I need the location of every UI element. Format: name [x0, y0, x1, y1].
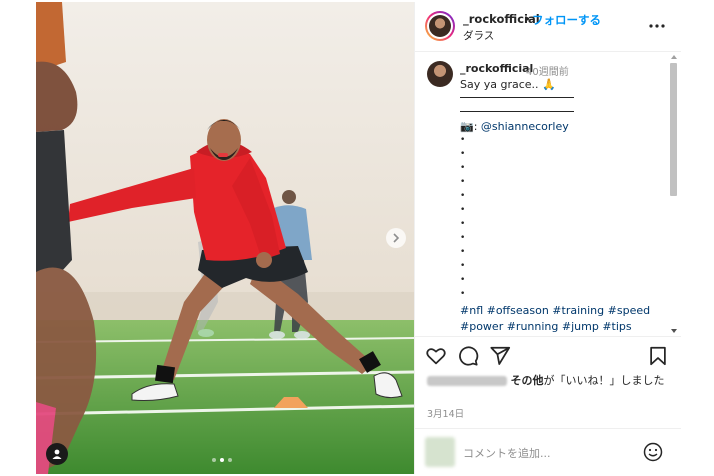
action-bar — [415, 336, 681, 370]
caption-bullet: • — [460, 261, 466, 271]
caption-area: _rockofficial 40週間前 Say ya grace.. 🙏 📷: … — [415, 53, 681, 336]
camera-emoji: 📷: — [460, 120, 481, 133]
caption-time[interactable]: 40週間前 — [526, 63, 569, 78]
emoji-icon[interactable] — [643, 442, 663, 462]
share-icon[interactable] — [489, 345, 511, 367]
hashtags[interactable]: #nfl #offseason #training #speed #power … — [460, 303, 672, 336]
location-link[interactable]: ダラス — [463, 28, 494, 43]
viewer-avatar — [425, 437, 455, 467]
carousel-dot-active — [220, 458, 224, 462]
avatar — [429, 15, 451, 37]
post-date[interactable]: 3月14日 — [427, 406, 464, 420]
caption-text: Say ya grace.. 🙏 — [460, 78, 556, 91]
caption-bullet: • — [460, 149, 466, 159]
comment-box: コメントを追加... — [415, 428, 681, 474]
comment-input[interactable]: コメントを追加... — [463, 445, 551, 461]
caption-divider — [460, 97, 574, 98]
tagged-users-button[interactable] — [46, 443, 68, 465]
caption-bullet: • — [460, 247, 466, 257]
likes-text: が「いいね！」しました — [543, 374, 665, 387]
caption-bullet: • — [460, 191, 466, 201]
carousel-dot — [228, 458, 232, 462]
caption-bullet: • — [460, 135, 466, 145]
story-ring[interactable] — [425, 11, 455, 41]
caption-divider — [460, 111, 574, 112]
post-photo[interactable] — [36, 2, 414, 474]
carousel-dot — [212, 458, 216, 462]
hashtags-line[interactable]: #nfl #offseason #training #speed — [460, 303, 672, 319]
heart-icon[interactable] — [425, 345, 447, 367]
caption-username[interactable]: _rockofficial — [460, 62, 533, 75]
chevron-right-icon — [393, 233, 400, 243]
caption-bullet: • — [460, 163, 466, 173]
photo-credit: 📷: @shiannecorley — [460, 120, 569, 133]
likes-summary[interactable]: その他が「いいね！」しました — [427, 372, 673, 389]
follow-button[interactable]: フォローする — [532, 12, 601, 28]
caption-bullet: • — [460, 289, 466, 299]
next-photo-button[interactable] — [386, 228, 406, 248]
more-options-icon[interactable] — [647, 16, 667, 36]
likes-others[interactable]: その他 — [511, 374, 544, 387]
carousel-indicator — [212, 458, 232, 462]
caption-bullet: • — [460, 205, 466, 215]
bookmark-icon[interactable] — [647, 345, 669, 367]
caption-bullet: • — [460, 275, 466, 285]
liker-names-blurred — [427, 376, 507, 386]
caption-avatar[interactable] — [427, 61, 453, 87]
training-photo — [36, 2, 414, 474]
post-side-panel: _rockofficial • フォローする ダラス _rockofficial… — [414, 2, 681, 474]
mention-link[interactable]: @shiannecorley — [481, 120, 569, 133]
caption-bullet: • — [460, 177, 466, 187]
scroll-down-icon[interactable] — [670, 327, 678, 335]
caption-bullet: • — [460, 219, 466, 229]
user-tag-icon — [52, 449, 62, 459]
header-separator: • — [524, 12, 531, 26]
instagram-post-modal: _rockofficial • フォローする ダラス _rockofficial… — [0, 0, 714, 476]
comment-icon[interactable] — [457, 345, 479, 367]
scrollbar-thumb[interactable] — [670, 63, 677, 196]
hashtags-line[interactable]: #power #running #jump #tips #trainer — [460, 319, 672, 336]
post-header: _rockofficial • フォローする ダラス — [415, 2, 681, 52]
scroll-up-icon[interactable] — [670, 53, 678, 61]
caption-bullet: • — [460, 233, 466, 243]
